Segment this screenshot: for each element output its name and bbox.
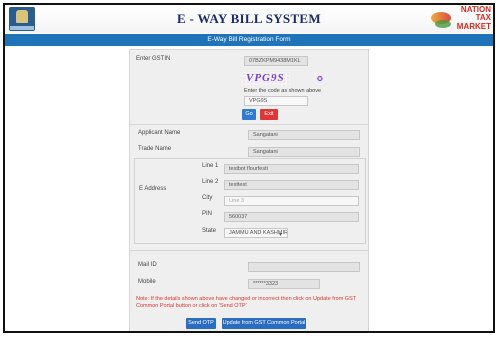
trade-name-label: Trade Name	[138, 146, 172, 152]
brand-text-line3: MARKET	[456, 22, 491, 31]
line2-input[interactable]: testtest	[224, 180, 359, 190]
captcha-input[interactable]: VPG9S	[244, 96, 308, 106]
brand-logo: NATION TAX MARKET	[429, 6, 491, 32]
app-header: E - WAY BILL SYSTEM NATION TAX MARKET	[5, 5, 493, 33]
mobile-input[interactable]: ******3323	[248, 279, 320, 289]
update-note: Note: If the details shown above have ch…	[136, 296, 357, 309]
refresh-captcha-icon[interactable]: ✪	[317, 75, 323, 83]
go-button[interactable]: Go	[242, 109, 256, 120]
address-label: E Address	[139, 186, 167, 192]
applicant-name-input[interactable]: Sangatani	[248, 130, 360, 140]
form-title-bar: E-Way Bill Registration Form	[5, 34, 493, 46]
applicant-name-label: Applicant Name	[138, 130, 181, 136]
gstin-label: Enter GSTIN	[136, 56, 171, 62]
mobile-label: Mobile	[138, 279, 156, 285]
trade-name-input[interactable]: Sangatani	[248, 147, 360, 157]
brand-leaf-icon	[435, 20, 451, 28]
state-select[interactable]: JAMMU AND KASHMIR ▼	[224, 228, 288, 238]
state-label: State	[202, 228, 217, 234]
page-title: E - WAY BILL SYSTEM	[177, 11, 321, 26]
address-section: E Address Line 1 testbot flourfesti Line…	[134, 158, 366, 244]
registration-form: Enter GSTIN 07BZKPM9438M1KL VPG9S ✪ Ente…	[129, 49, 369, 331]
update-from-gst-portal-button[interactable]: Update from GST Common Portal	[222, 318, 306, 329]
section-divider	[130, 250, 368, 251]
browser-frame: E - WAY BILL SYSTEM NATION TAX MARKET E-…	[3, 3, 495, 333]
city-input[interactable]: Line 3	[224, 196, 359, 206]
send-otp-button[interactable]: Send OTP	[186, 318, 216, 329]
mail-id-label: Mail ID	[138, 262, 157, 268]
chevron-down-icon: ▼	[278, 232, 283, 238]
captcha-text: VPG9S	[246, 72, 285, 84]
brand-text-line2: TAX	[475, 13, 491, 22]
pin-label: PIN	[202, 211, 213, 217]
pin-input[interactable]: 560037	[224, 212, 359, 222]
captcha-image: VPG9S	[242, 72, 290, 86]
exit-button[interactable]: Exit	[260, 109, 278, 120]
mail-id-input[interactable]	[248, 262, 360, 272]
line2-label: Line 2	[202, 179, 219, 185]
captcha-hint: Enter the code as shown above	[244, 88, 322, 94]
city-label: City	[202, 195, 213, 201]
gstin-input[interactable]: 07BZKPM9438M1KL	[244, 56, 308, 66]
line1-label: Line 1	[202, 163, 219, 169]
section-divider	[130, 124, 368, 125]
line1-input[interactable]: testbot flourfesti	[224, 164, 359, 174]
